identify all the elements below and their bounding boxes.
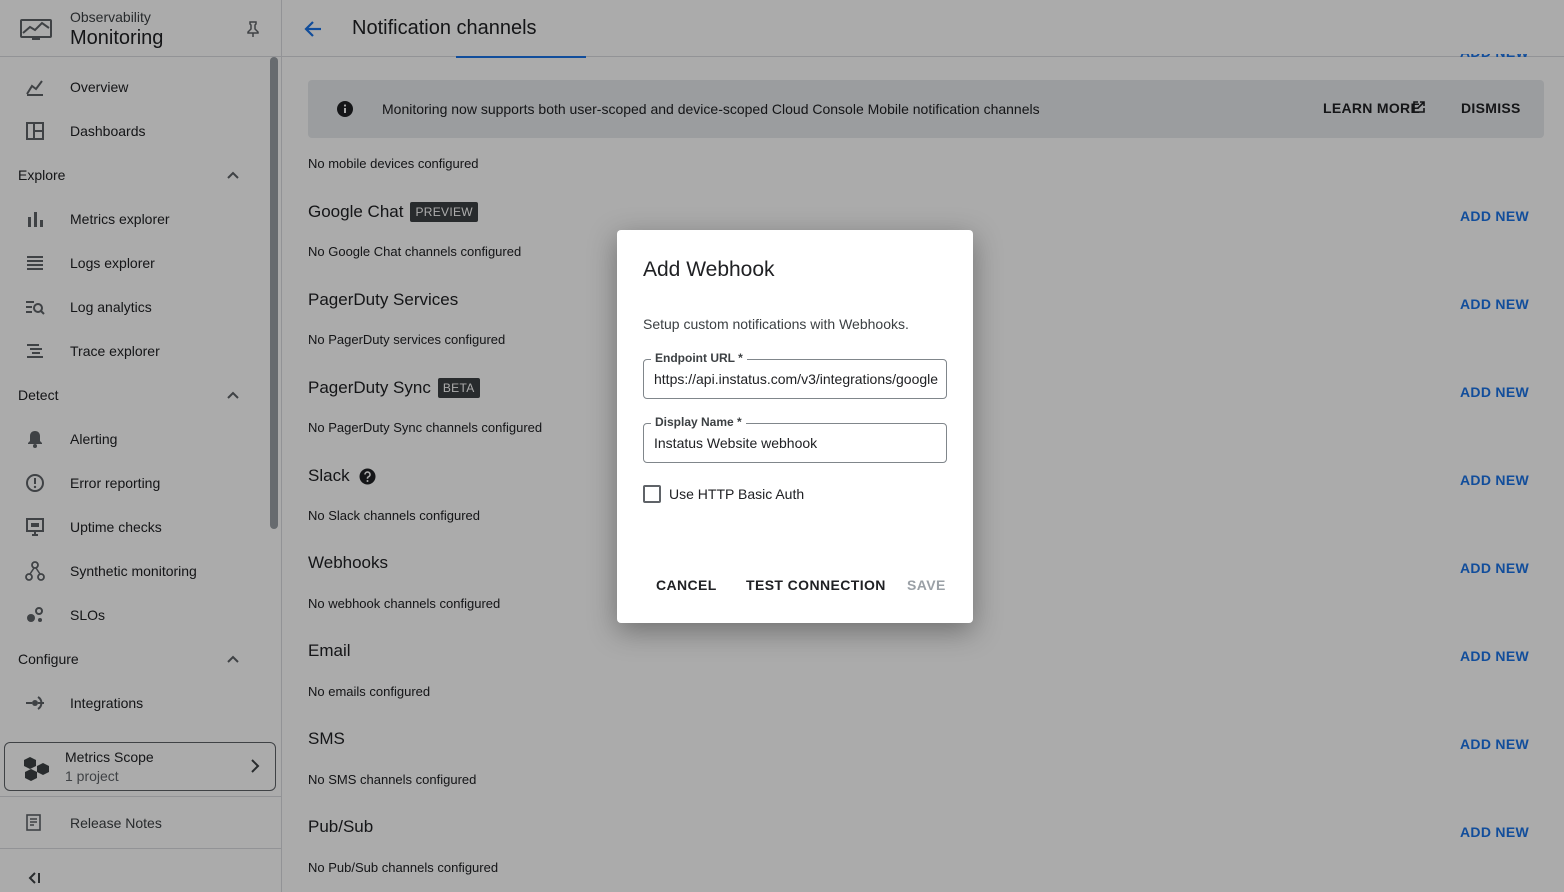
dialog-title: Add Webhook xyxy=(643,258,775,281)
endpoint-url-label: Endpoint URL * xyxy=(651,351,747,365)
display-name-input[interactable]: Instatus Website webhook xyxy=(654,435,938,451)
basic-auth-checkbox[interactable] xyxy=(643,485,661,503)
endpoint-url-field[interactable]: Endpoint URL * https://api.instatus.com/… xyxy=(643,351,947,399)
test-connection-button[interactable]: TEST CONNECTION xyxy=(746,577,886,593)
cancel-button[interactable]: CANCEL xyxy=(656,577,717,593)
display-name-label: Display Name * xyxy=(651,415,746,429)
add-webhook-dialog: Add Webhook Setup custom notifications w… xyxy=(617,230,973,623)
endpoint-url-input[interactable]: https://api.instatus.com/v3/integrations… xyxy=(654,371,938,387)
save-button[interactable]: SAVE xyxy=(907,577,946,593)
dialog-description: Setup custom notifications with Webhooks… xyxy=(643,316,909,332)
display-name-field[interactable]: Display Name * Instatus Website webhook xyxy=(643,415,947,463)
basic-auth-label[interactable]: Use HTTP Basic Auth xyxy=(669,486,804,502)
